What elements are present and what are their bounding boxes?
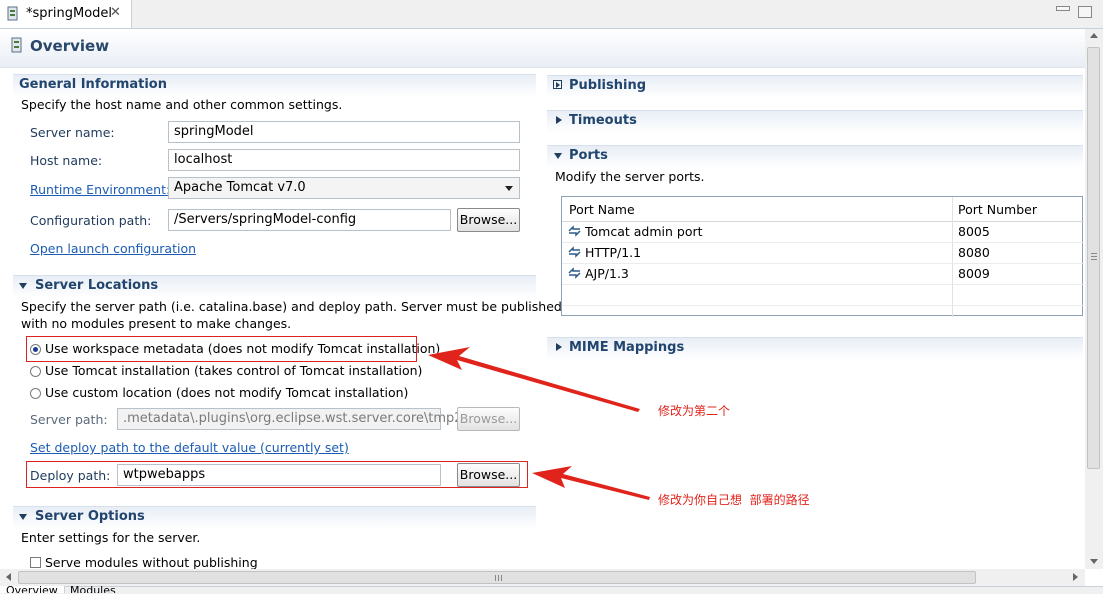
scroll-up-icon[interactable] [1090, 33, 1098, 38]
annotation-second: 修改为你自己想 部署的路径 [658, 493, 810, 507]
tab-overview[interactable]: Overview [0, 586, 64, 593]
horizontal-scrollbar[interactable] [0, 569, 1085, 586]
annotation-first: 修改为第二个 [658, 404, 731, 418]
scroll-left-icon[interactable] [6, 573, 11, 581]
vertical-scrollbar[interactable] [1085, 29, 1103, 569]
vertical-scroll-thumb[interactable] [1087, 47, 1100, 469]
annotation-arrows [428, 347, 650, 500]
arrow-icon [532, 466, 650, 500]
scroll-down-icon[interactable] [1090, 559, 1098, 564]
tab-modules[interactable]: Modules [64, 586, 124, 593]
scroll-right-icon[interactable] [1073, 573, 1078, 581]
arrow-icon [428, 347, 640, 412]
horizontal-scroll-thumb[interactable] [18, 571, 976, 584]
